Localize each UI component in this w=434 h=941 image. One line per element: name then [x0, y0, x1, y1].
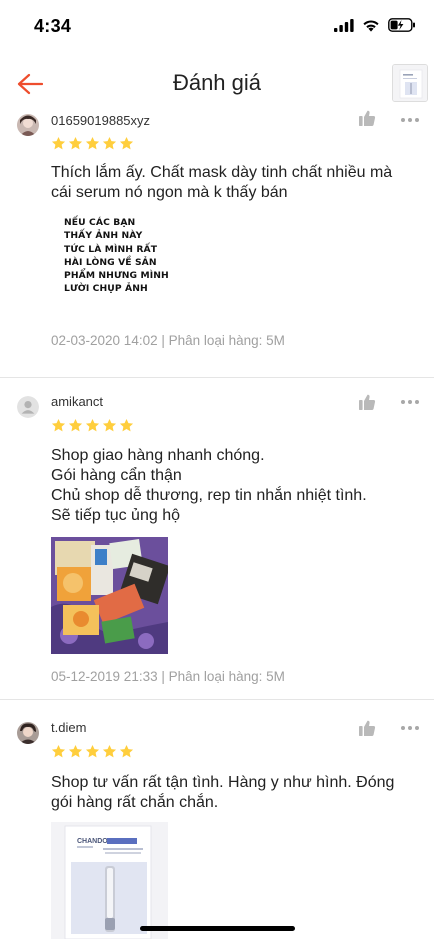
review-meta: 02-03-2020 14:02 | Phân loại hàng: 5M: [51, 333, 285, 348]
review-photo[interactable]: CHANDO: [51, 822, 168, 939]
image-text-line: HÀI LÒNG VỀ SẢN: [64, 256, 157, 268]
star-icon: [119, 136, 134, 150]
product-brand-text: CHANDO: [77, 838, 108, 845]
star-icon: [68, 418, 83, 432]
review-text-line: gói hàng rất chắn chắn.: [51, 794, 219, 811]
star-rating: [51, 744, 134, 759]
image-text-line: PHẨM NHƯNG MÌNH: [64, 270, 169, 282]
review-text-line: Shop giao hàng nhanh chóng.: [51, 447, 265, 464]
review-list[interactable]: 01659019885xyz Thích lắm ấy. Chất mask d…: [0, 106, 434, 941]
star-icon: [85, 418, 100, 432]
page-title: Đánh giá: [172, 70, 262, 95]
star-icon: [68, 136, 83, 150]
star-icon: [119, 744, 134, 758]
cellular-signal-icon: [334, 18, 354, 32]
review-text-line: Sẽ tiếp tục ủng hộ: [51, 507, 180, 524]
star-icon: [68, 744, 83, 758]
wifi-icon: [363, 19, 379, 32]
review-photo-image: [51, 537, 168, 654]
avatar[interactable]: [17, 396, 39, 418]
review-text: Shop giao hàng nhanh chóng. Gói hàng cẩn…: [51, 446, 421, 526]
review-text: Thích lắm ấy. Chất mask dày tinh chất nh…: [51, 163, 421, 203]
star-icon: [102, 136, 117, 150]
avatar[interactable]: [17, 114, 39, 136]
review-photo-image: CHANDO: [51, 822, 168, 939]
thumbs-up-icon[interactable]: [358, 109, 376, 127]
star-icon: [102, 744, 117, 758]
home-indicator[interactable]: [140, 926, 295, 931]
star-icon: [119, 418, 134, 432]
more-options-icon[interactable]: [400, 117, 420, 123]
star-icon: [102, 418, 117, 432]
image-text-line: TỨC LÀ MÌNH RẤT: [64, 243, 158, 255]
review-username: 01659019885xyz: [51, 113, 151, 128]
star-icon: [85, 744, 100, 758]
battery-charging-icon: [388, 18, 415, 32]
more-options-icon[interactable]: [400, 399, 420, 405]
more-options-icon[interactable]: [400, 725, 420, 731]
status-icons: [334, 18, 416, 32]
review-text-line: cái serum nó ngon mà k thấy bán: [51, 184, 288, 201]
review-username: amikanct: [51, 394, 104, 409]
review-meta: 05-12-2019 21:33 | Phân loại hàng: 5M: [51, 669, 285, 684]
review-username: t.diem: [51, 720, 87, 735]
user-photo-avatar: [17, 722, 39, 744]
product-thumbnail[interactable]: [392, 64, 428, 102]
status-time: 4:34: [34, 16, 72, 36]
avatar[interactable]: [17, 722, 39, 744]
star-icon: [51, 418, 66, 432]
user-photo-avatar: [17, 114, 39, 136]
review-item: amikanct Shop giao hàng nhanh chóng. Gói…: [0, 378, 434, 700]
review-text-line: Thích lắm ấy. Chất mask dày tinh chất nh…: [51, 164, 393, 181]
star-rating: [51, 418, 134, 433]
nav-bar: Đánh giá: [0, 54, 434, 114]
review-photo[interactable]: [51, 537, 168, 654]
review-item: 01659019885xyz Thích lắm ấy. Chất mask d…: [0, 106, 434, 378]
review-image-text[interactable]: NẾU CÁC BẠN THẤY ẢNH NÀY TỨC LÀ MÌNH RẤT…: [64, 216, 169, 296]
review-text: Shop tư vấn rất tận tình. Hàng y như hìn…: [51, 773, 421, 813]
review-item: t.diem Shop tư vấn rất tận tình. Hàng y …: [0, 700, 434, 941]
thumbs-up-icon[interactable]: [358, 393, 376, 411]
star-icon: [51, 136, 66, 150]
review-text-line: Shop tư vấn rất tận tình. Hàng y như hìn…: [51, 774, 395, 791]
image-text-line: LƯỜI CHỤP ẢNH: [64, 283, 148, 295]
star-icon: [51, 744, 66, 758]
star-rating: [51, 136, 134, 151]
star-icon: [85, 136, 100, 150]
default-user-icon: [17, 396, 39, 418]
thumbs-up-icon[interactable]: [358, 719, 376, 737]
image-text-line: THẤY ẢNH NÀY: [64, 230, 143, 242]
product-image: [393, 65, 427, 101]
status-bar: 4:34: [0, 0, 434, 52]
image-text-line: NẾU CÁC BẠN: [64, 217, 136, 228]
review-text-line: Gói hàng cẩn thận: [51, 467, 182, 484]
review-text-line: Chủ shop dễ thương, rep tin nhắn nhiệt t…: [51, 487, 367, 504]
